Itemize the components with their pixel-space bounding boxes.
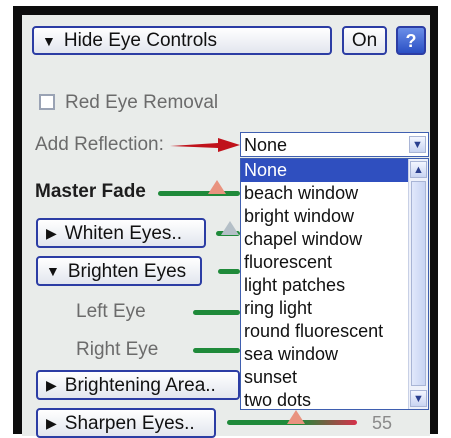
option-beach-window[interactable]: beach window	[241, 182, 428, 205]
whiten-eyes-label: Whiten Eyes..	[64, 222, 182, 244]
reflection-options-list: None beach window bright window chapel w…	[240, 158, 429, 410]
triangle-down-icon: ▼	[42, 32, 56, 49]
red-eye-removal-label: Red Eye Removal	[65, 92, 219, 113]
brightening-area-label: Brightening Area..	[64, 374, 216, 396]
reflection-selected-value: None	[244, 135, 288, 155]
option-chapel-window[interactable]: chapel window	[241, 228, 428, 251]
sharpen-eyes-value: 55	[372, 413, 393, 433]
help-button[interactable]: ?	[396, 26, 426, 55]
triangle-right-icon: ▶	[46, 415, 57, 431]
red-arrow-icon	[170, 138, 240, 152]
left-eye-slider[interactable]	[193, 310, 240, 315]
hide-eye-controls-button[interactable]: ▼ Hide Eye Controls	[32, 26, 332, 55]
whiten-eyes-thumb[interactable]	[221, 221, 239, 235]
brighten-eyes-label: Brighten Eyes	[67, 260, 187, 282]
right-eye-label: Right Eye	[76, 339, 159, 360]
option-sea-window[interactable]: sea window	[241, 343, 428, 366]
option-round-fluorescent[interactable]: round fluorescent	[241, 320, 428, 343]
right-eye-slider[interactable]	[193, 348, 240, 353]
chevron-down-icon: ▼	[412, 138, 423, 151]
scroll-thumb[interactable]	[411, 181, 426, 386]
triangle-right-icon: ▶	[46, 377, 57, 393]
option-two-dots[interactable]: two dots	[241, 389, 428, 409]
triangle-down-icon: ▼	[46, 263, 60, 279]
option-bright-window[interactable]: bright window	[241, 205, 428, 228]
master-fade-slider[interactable]	[158, 191, 240, 196]
sharpen-eyes-thumb[interactable]	[287, 410, 305, 424]
sharpen-eyes-button[interactable]: ▶ Sharpen Eyes..	[36, 408, 216, 438]
option-ring-light[interactable]: ring light	[241, 297, 428, 320]
triangle-right-icon: ▶	[46, 225, 57, 241]
option-sunset[interactable]: sunset	[241, 366, 428, 389]
chevron-up-icon: ▲	[413, 163, 424, 176]
red-eye-removal-checkbox[interactable]	[39, 94, 55, 110]
eye-controls-panel: ▼ Hide Eye Controls On ? Red Eye Removal…	[22, 15, 430, 438]
option-light-patches[interactable]: light patches	[241, 274, 428, 297]
master-fade-label: Master Fade	[35, 181, 146, 202]
brighten-eyes-button[interactable]: ▼ Brighten Eyes	[36, 256, 202, 286]
reflection-dropdown[interactable]: None ▼	[240, 132, 429, 157]
dropdown-arrow-button[interactable]: ▼	[409, 136, 426, 153]
on-toggle-button[interactable]: On	[342, 26, 387, 55]
chevron-down-icon: ▼	[413, 392, 424, 405]
option-fluorescent[interactable]: fluorescent	[241, 251, 428, 274]
list-scrollbar[interactable]: ▲ ▼	[408, 159, 428, 409]
brightening-area-button[interactable]: ▶ Brightening Area..	[36, 370, 240, 400]
add-reflection-label: Add Reflection:	[35, 134, 164, 155]
sharpen-eyes-label: Sharpen Eyes..	[64, 412, 195, 434]
help-icon: ?	[405, 30, 417, 51]
on-toggle-label: On	[351, 30, 378, 51]
brighten-eyes-slider[interactable]	[218, 269, 240, 274]
option-none[interactable]: None	[241, 159, 428, 182]
left-eye-label: Left Eye	[76, 301, 146, 322]
hide-eye-controls-label: Hide Eye Controls	[63, 30, 217, 51]
scroll-down-button[interactable]: ▼	[410, 390, 427, 407]
master-fade-thumb[interactable]	[208, 180, 226, 194]
whiten-eyes-button[interactable]: ▶ Whiten Eyes..	[36, 218, 206, 248]
scroll-up-button[interactable]: ▲	[410, 161, 427, 178]
